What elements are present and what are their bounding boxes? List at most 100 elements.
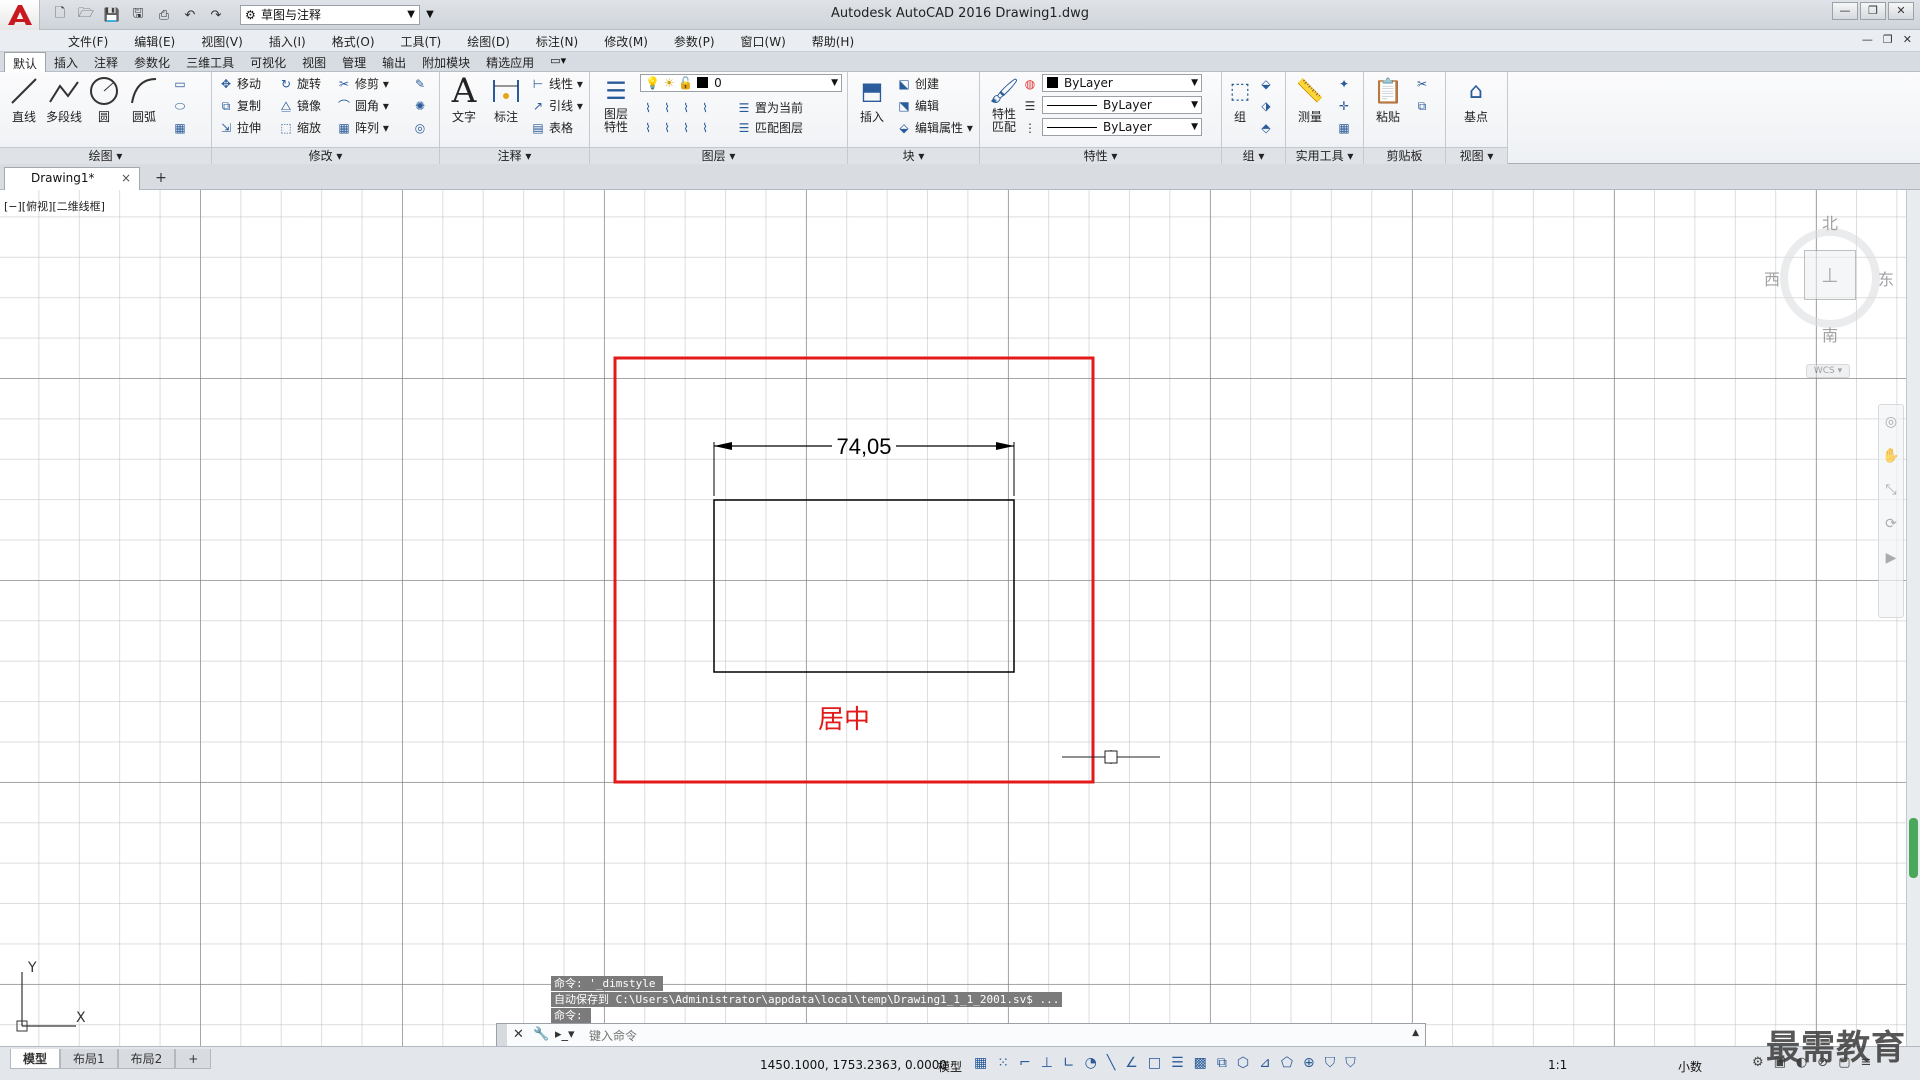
- scale-button[interactable]: ⬚ 缩放: [278, 118, 321, 138]
- zoom-icon[interactable]: ⤡: [1879, 473, 1903, 507]
- object-snap-tracking-icon[interactable]: ∠: [1125, 1055, 1138, 1071]
- match-layer-button[interactable]: ☰ 匹配图层: [736, 118, 803, 138]
- panel-title-view[interactable]: 视图 ▾: [1446, 147, 1507, 164]
- tab-insert[interactable]: 插入: [46, 52, 86, 72]
- ortho-icon[interactable]: ∟: [1063, 1055, 1075, 1071]
- panel-title-clipboard[interactable]: 剪贴板: [1364, 147, 1445, 164]
- group-select-icon[interactable]: ⬘: [1258, 118, 1277, 138]
- panel-title-modify[interactable]: 修改 ▾: [212, 147, 439, 164]
- close-tab-icon[interactable]: ×: [121, 168, 131, 189]
- annotation-scale[interactable]: 1:1: [1548, 1058, 1567, 1072]
- color-dropdown[interactable]: ByLayer ▼: [1042, 74, 1202, 92]
- explode-icon[interactable]: ✺: [412, 96, 431, 116]
- tab-output[interactable]: 输出: [374, 52, 414, 72]
- tab-3d-tools[interactable]: 三维工具: [178, 52, 242, 72]
- leader-button[interactable]: ↗ 引线 ▾: [530, 96, 583, 116]
- match-properties-button[interactable]: 🖌 特性 匹配: [982, 74, 1026, 134]
- arc-button[interactable]: 圆弧: [122, 74, 166, 130]
- lineweight-dropdown[interactable]: ByLayer ▼: [1042, 118, 1202, 136]
- trim-button[interactable]: ✂ 修剪 ▾: [336, 74, 389, 94]
- grid-icon[interactable]: ▦: [974, 1055, 987, 1071]
- measure-button[interactable]: 📏 测量: [1288, 74, 1332, 130]
- quick-select-icon[interactable]: ✦: [1336, 74, 1355, 94]
- point-icon[interactable]: ✛: [1336, 96, 1355, 116]
- pan-icon[interactable]: ✋: [1879, 439, 1903, 473]
- hatch-icon[interactable]: ▦: [172, 118, 191, 138]
- menu-insert[interactable]: 插入(I): [256, 33, 319, 50]
- annotation-visibility-icon[interactable]: ⛉: [1325, 1055, 1336, 1071]
- workspace-switch-icon[interactable]: ⚙: [1752, 1055, 1764, 1070]
- layer-properties-button[interactable]: ☰ 图层 特性: [594, 74, 638, 134]
- menu-parametric[interactable]: 参数(P): [661, 33, 728, 50]
- compass-east[interactable]: 东: [1878, 266, 1894, 290]
- selection-cycling-icon[interactable]: ⧉: [1217, 1055, 1227, 1071]
- lineweight-icon[interactable]: ☰: [1022, 96, 1041, 116]
- mirror-button[interactable]: ⧋ 镜像: [278, 96, 321, 116]
- 3d-osnap-icon[interactable]: ⬡: [1237, 1055, 1249, 1071]
- layer-dropdown[interactable]: 💡 ☀ 🔓 0 ▼: [640, 74, 842, 92]
- wcs-dropdown[interactable]: WCS ▾: [1806, 364, 1850, 378]
- tab-default[interactable]: 默认: [4, 52, 47, 72]
- selection-filter-icon[interactable]: ⬠: [1281, 1055, 1293, 1071]
- compass-north[interactable]: 北: [1822, 210, 1838, 234]
- close-button[interactable]: ✕: [1888, 2, 1914, 20]
- tab-manage[interactable]: 管理: [334, 52, 374, 72]
- doc-close-icon[interactable]: ✕: [1903, 33, 1912, 46]
- linetype-dropdown[interactable]: ByLayer ▼: [1042, 96, 1202, 114]
- copy-button[interactable]: ⧉ 复制: [218, 96, 261, 116]
- tab-parametric[interactable]: 参数化: [126, 52, 178, 72]
- paste-button[interactable]: 📋 粘贴: [1366, 74, 1410, 130]
- fillet-button[interactable]: ⌒ 圆角 ▾: [336, 96, 389, 116]
- layer-tools-row-1[interactable]: ⌇ ⌇ ⌇ ⌇: [640, 98, 716, 118]
- stretch-button[interactable]: ⇲ 拉伸: [218, 118, 261, 138]
- command-input[interactable]: [587, 1026, 1387, 1045]
- restore-button[interactable]: ❐: [1860, 2, 1886, 20]
- calculator-icon[interactable]: ▦: [1336, 118, 1355, 138]
- array-button[interactable]: ▦ 阵列 ▾: [336, 118, 389, 138]
- tab-addins[interactable]: 附加模块: [414, 52, 478, 72]
- lineweight-toggle-icon[interactable]: ☰: [1171, 1055, 1184, 1071]
- basepoint-button[interactable]: ⌂ 基点: [1454, 74, 1498, 130]
- wrench-icon[interactable]: 🔧: [533, 1027, 549, 1042]
- panel-title-annotation[interactable]: 注释 ▾: [440, 147, 589, 164]
- panel-title-layers[interactable]: 图层 ▾: [590, 147, 847, 164]
- isodraft-icon[interactable]: ╲: [1107, 1055, 1115, 1071]
- menu-window[interactable]: 窗口(W): [728, 33, 799, 50]
- steering-wheel-icon[interactable]: ◎: [1879, 405, 1903, 439]
- ungroup-icon[interactable]: ⬙: [1258, 74, 1277, 94]
- ribbon-minimize-icon[interactable]: ▭▾: [542, 52, 574, 72]
- orbit-icon[interactable]: ⟳: [1879, 507, 1903, 541]
- create-block-button[interactable]: ⬕ 创建: [896, 74, 939, 94]
- group-edit-icon[interactable]: ⬗: [1258, 96, 1277, 116]
- menu-modify[interactable]: 修改(M): [591, 33, 661, 50]
- units-dropdown[interactable]: 小数: [1678, 1058, 1702, 1075]
- text-button[interactable]: A 文字: [442, 71, 486, 130]
- line-button[interactable]: 直线: [2, 74, 46, 130]
- panel-title-groups[interactable]: 组 ▾: [1222, 147, 1285, 164]
- tab-model[interactable]: 模型: [10, 1049, 61, 1069]
- tab-featured-apps[interactable]: 精选应用: [478, 52, 542, 72]
- rectangle-object[interactable]: [713, 499, 1015, 673]
- linear-dimension[interactable]: 74,05: [713, 434, 1015, 496]
- group-button[interactable]: ⬚ 组: [1224, 74, 1256, 130]
- add-layout-button[interactable]: +: [175, 1049, 212, 1069]
- panel-title-properties[interactable]: 特性 ▾: [980, 147, 1221, 164]
- set-current-button[interactable]: ☰ 置为当前: [736, 98, 803, 118]
- color-wheel-icon[interactable]: ◍: [1022, 74, 1041, 94]
- erase-icon[interactable]: ✎: [412, 74, 431, 94]
- edit-block-button[interactable]: ⬔ 编辑: [896, 96, 939, 116]
- compass-south[interactable]: 南: [1822, 322, 1838, 346]
- menu-dimension[interactable]: 标注(N): [523, 33, 591, 50]
- move-button[interactable]: ✥ 移动: [218, 74, 261, 94]
- doc-restore-icon[interactable]: ❐: [1883, 33, 1893, 46]
- panel-title-utilities[interactable]: 实用工具 ▾: [1286, 147, 1363, 164]
- auto-scale-icon[interactable]: ⛉: [1345, 1055, 1356, 1071]
- file-tab-drawing1[interactable]: Drawing1* ×: [4, 167, 140, 190]
- gizmo-icon[interactable]: ⊕: [1303, 1055, 1315, 1071]
- object-snap-icon[interactable]: □: [1148, 1055, 1161, 1071]
- drawing-canvas[interactable]: [−][俯视][二维线框] 74,05 居中: [0, 190, 1906, 1046]
- menu-tools[interactable]: 工具(T): [388, 33, 455, 50]
- model-space-button[interactable]: 模型: [938, 1058, 962, 1075]
- linear-dim-button[interactable]: ⊢ 线性 ▾: [530, 74, 583, 94]
- polyline-button[interactable]: 多段线: [42, 74, 86, 130]
